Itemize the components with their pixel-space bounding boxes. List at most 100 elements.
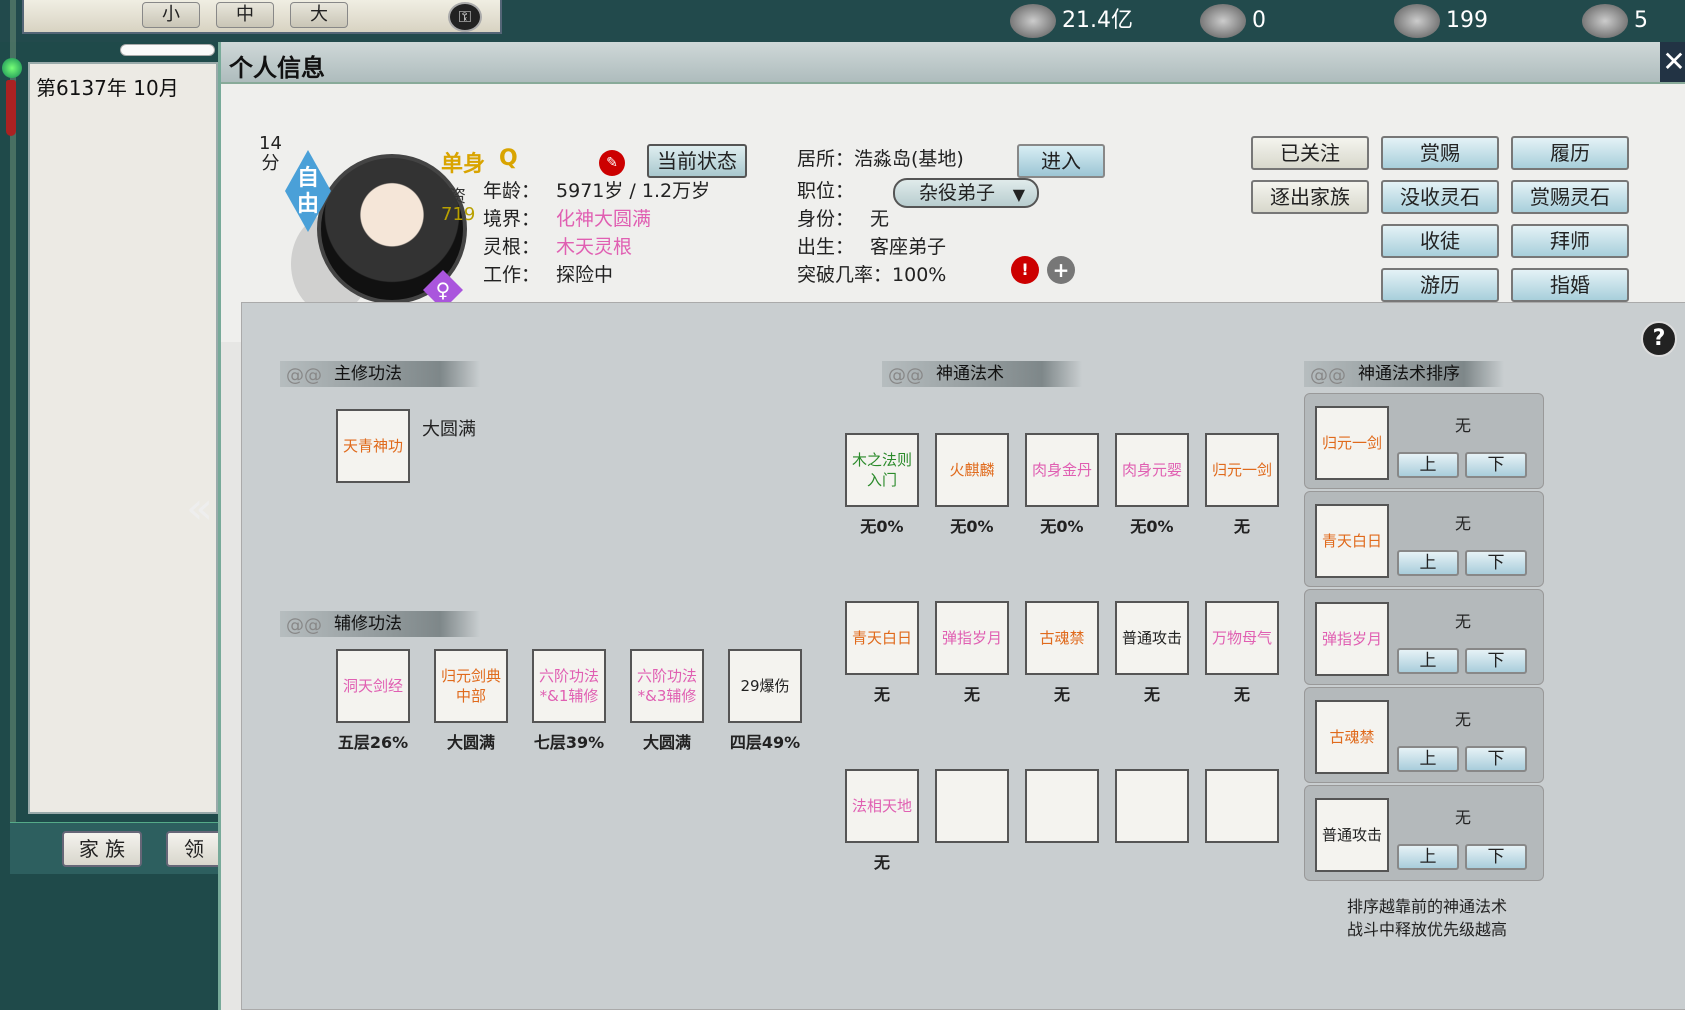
warning-icon[interactable]: ! bbox=[1011, 256, 1039, 284]
history-button[interactable]: 履历 bbox=[1511, 136, 1629, 170]
lead-button[interactable]: 领 bbox=[166, 831, 222, 867]
clan-button[interactable]: 家 族 bbox=[62, 831, 142, 867]
spell-card[interactable]: 万物母气 bbox=[1205, 601, 1279, 675]
spell-card[interactable] bbox=[1205, 769, 1279, 843]
move-down-button[interactable]: 下 bbox=[1465, 452, 1527, 478]
sorted-spell-value: 无 bbox=[1455, 808, 1472, 827]
cloud-swirl-icon: @@ bbox=[286, 615, 322, 636]
current-status-button[interactable]: 当前状态 bbox=[647, 144, 747, 178]
followed-button[interactable]: 已关注 bbox=[1251, 136, 1369, 170]
plus-icon[interactable]: + bbox=[1047, 256, 1075, 284]
disciple-value: 0 bbox=[1252, 8, 1266, 33]
spell-card[interactable]: 肉身元婴 bbox=[1115, 433, 1189, 507]
misc-counter: 5 bbox=[1582, 4, 1648, 38]
main-technique-card[interactable]: 天青神功 bbox=[336, 409, 410, 483]
take-master-button[interactable]: 拜师 bbox=[1511, 224, 1629, 258]
ui-size-strip: 小 中 大 ⚿ bbox=[22, 0, 502, 34]
size-medium-button[interactable]: 中 bbox=[216, 2, 274, 28]
aux-technique-stage: 大圆满 bbox=[642, 733, 691, 752]
spell-card[interactable] bbox=[1115, 769, 1189, 843]
move-up-button[interactable]: 上 bbox=[1397, 746, 1459, 772]
root-label: 灵根： bbox=[483, 236, 541, 258]
breakthrough-field: 突破几率：100% bbox=[797, 260, 946, 287]
spell-sort-item: 古魂禁 无上下 bbox=[1304, 687, 1544, 783]
spell-sort-item: 青天白日 无上下 bbox=[1304, 491, 1544, 587]
spell-card[interactable]: 归元一剑 bbox=[1205, 433, 1279, 507]
spell-card[interactable]: 法相天地 bbox=[845, 769, 919, 843]
take-disciple-button[interactable]: 收徒 bbox=[1381, 224, 1499, 258]
job-value: 探险中 bbox=[556, 264, 614, 286]
spell-card[interactable] bbox=[935, 769, 1009, 843]
aux-technique-card[interactable]: 六阶功法*&1辅修 bbox=[532, 649, 606, 723]
size-large-button[interactable]: 大 bbox=[290, 2, 348, 28]
collapse-arrow-icon[interactable]: « bbox=[186, 487, 246, 531]
travel-button[interactable]: 游历 bbox=[1381, 268, 1499, 302]
aux-technique-card[interactable]: 六阶功法*&3辅修 bbox=[630, 649, 704, 723]
left-scrollbar[interactable] bbox=[120, 44, 215, 56]
close-icon[interactable]: ✕ bbox=[1660, 42, 1685, 82]
spell-card[interactable] bbox=[1025, 769, 1099, 843]
move-up-button[interactable]: 上 bbox=[1397, 844, 1459, 870]
sorted-spell-card[interactable]: 归元一剑 bbox=[1315, 406, 1389, 480]
home-value: 浩淼岛(基地) bbox=[854, 148, 964, 170]
move-up-button[interactable]: 上 bbox=[1397, 452, 1459, 478]
lock-icon[interactable]: ⚿ bbox=[448, 2, 482, 32]
aux-technique-stage: 四层49% bbox=[729, 733, 801, 752]
rank-select[interactable]: 杂役弟子 ▼ bbox=[893, 178, 1039, 208]
expel-button[interactable]: 逐出家族 bbox=[1251, 180, 1369, 214]
spell-card[interactable]: 弹指岁月 bbox=[935, 601, 1009, 675]
aux-technique-card[interactable]: 归元剑典中部 bbox=[434, 649, 508, 723]
move-up-button[interactable]: 上 bbox=[1397, 550, 1459, 576]
spell-sort-note: 排序越靠前的神通法术 战斗中释放优先级越高 bbox=[1346, 897, 1507, 939]
size-small-button[interactable]: 小 bbox=[142, 2, 200, 28]
reward-stones-button[interactable]: 赏赐灵石 bbox=[1511, 180, 1629, 214]
sorted-spell-card[interactable]: 青天白日 bbox=[1315, 504, 1389, 578]
job-label: 工作： bbox=[483, 264, 541, 286]
spell-card[interactable]: 肉身金丹 bbox=[1025, 433, 1099, 507]
misc-value: 5 bbox=[1634, 8, 1648, 33]
sorted-spell-card[interactable]: 弹指岁月 bbox=[1315, 602, 1389, 676]
reputation-counter: 199 bbox=[1394, 4, 1488, 38]
chevron-down-icon: ▼ bbox=[1012, 185, 1025, 204]
birth-label: 出生： bbox=[797, 236, 855, 258]
spell-card[interactable]: 普通攻击 bbox=[1115, 601, 1189, 675]
sorted-spell-value: 无 bbox=[1455, 710, 1472, 729]
spell-card[interactable]: 火麒麟 bbox=[935, 433, 1009, 507]
disciple-counter: 0 bbox=[1200, 4, 1266, 38]
reward-button[interactable]: 赏赐 bbox=[1381, 136, 1499, 170]
spell-card[interactable]: 青天白日 bbox=[845, 601, 919, 675]
spell-sort-list[interactable]: 归元一剑无上下青天白日无上下弹指岁月无上下古魂禁无上下普通攻击无上下 bbox=[1304, 393, 1548, 887]
spell-level: 无 bbox=[1143, 685, 1160, 704]
move-up-button[interactable]: 上 bbox=[1397, 648, 1459, 674]
home-field: 居所：浩淼岛(基地) bbox=[797, 144, 964, 171]
confiscate-stones-button[interactable]: 没收灵石 bbox=[1381, 180, 1499, 214]
aux-technique-card[interactable]: 洞天剑经 bbox=[336, 649, 410, 723]
move-down-button[interactable]: 下 bbox=[1465, 648, 1527, 674]
move-down-button[interactable]: 下 bbox=[1465, 844, 1527, 870]
identity-label: 身份： bbox=[797, 208, 855, 230]
spell-sort-item: 普通攻击 无上下 bbox=[1304, 785, 1544, 881]
aux-technique-card[interactable]: 29爆伤 bbox=[728, 649, 802, 723]
arrange-marriage-button[interactable]: 指婚 bbox=[1511, 268, 1629, 302]
spell-level: 无 bbox=[1233, 685, 1250, 704]
brush-icon[interactable]: ✎ bbox=[599, 150, 625, 176]
spell-sort-title: 神通法术排序 bbox=[1358, 364, 1460, 384]
spell-sort-item: 弹指岁月 无上下 bbox=[1304, 589, 1544, 685]
aux-technique-stage: 五层26% bbox=[337, 733, 409, 752]
spell-level: 无0% bbox=[1130, 517, 1174, 536]
enter-home-button[interactable]: 进入 bbox=[1017, 144, 1105, 178]
spell-level: 无 bbox=[873, 685, 890, 704]
spell-level: 无0% bbox=[860, 517, 904, 536]
move-down-button[interactable]: 下 bbox=[1465, 746, 1527, 772]
rank-label: 职位： bbox=[797, 180, 855, 202]
talent-value: 719 bbox=[441, 204, 476, 225]
sorted-spell-card[interactable]: 古魂禁 bbox=[1315, 700, 1389, 774]
help-icon[interactable]: ? bbox=[1641, 321, 1677, 357]
spell-card[interactable]: 木之法则入门 bbox=[845, 433, 919, 507]
sorted-spell-card[interactable]: 普通攻击 bbox=[1315, 798, 1389, 872]
spell-level: 无0% bbox=[1040, 517, 1084, 536]
main-cultivation-title: 主修功法 bbox=[334, 364, 402, 384]
spell-card[interactable]: 古魂禁 bbox=[1025, 601, 1099, 675]
realm-field: 境界： 化神大圆满 bbox=[483, 204, 651, 231]
move-down-button[interactable]: 下 bbox=[1465, 550, 1527, 576]
